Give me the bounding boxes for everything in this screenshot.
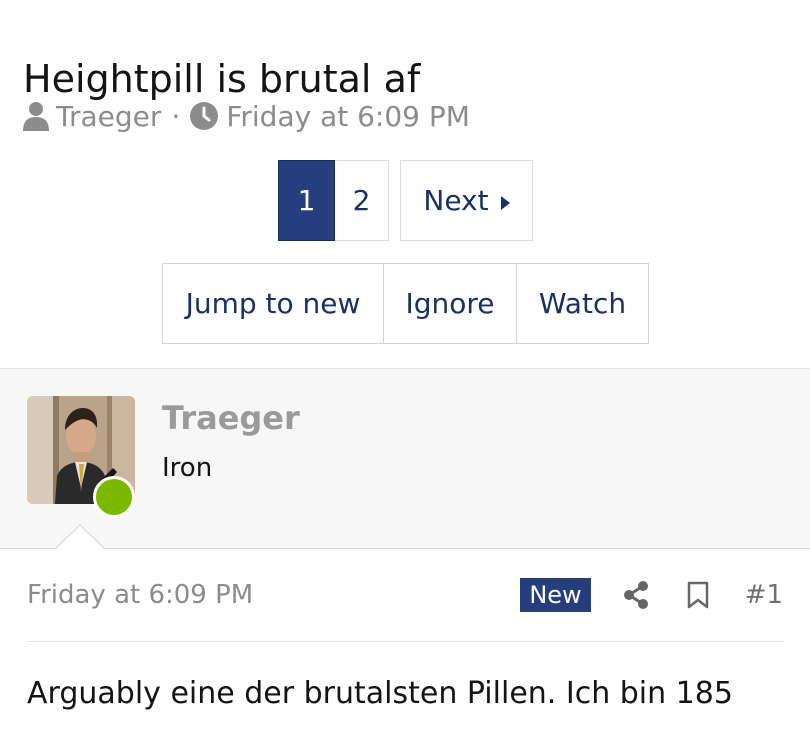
share-icon[interactable] bbox=[623, 581, 649, 609]
caret-right-icon bbox=[500, 184, 510, 217]
post-tools: New #1 bbox=[520, 578, 783, 612]
watch-button[interactable]: Watch bbox=[517, 263, 649, 344]
clock-icon bbox=[190, 102, 219, 130]
user-icon bbox=[23, 101, 49, 131]
post-body: Arguably eine der brutalsten Pillen. Ich… bbox=[27, 676, 733, 711]
thread-actions: Jump to new Ignore Watch bbox=[162, 263, 649, 344]
user-title: Iron bbox=[162, 453, 213, 483]
post-number-link[interactable]: #1 bbox=[745, 580, 783, 610]
next-page-button[interactable]: Next bbox=[400, 160, 533, 241]
meta-separator: · bbox=[171, 99, 181, 133]
message-arrow bbox=[55, 524, 105, 550]
page-2-button[interactable]: 2 bbox=[335, 160, 389, 241]
next-page-label: Next bbox=[423, 184, 489, 217]
jump-to-new-button[interactable]: Jump to new bbox=[162, 263, 384, 344]
thread-title: Heightpill is brutal af bbox=[23, 57, 421, 102]
bookmark-icon[interactable] bbox=[687, 581, 709, 609]
thread-author-link[interactable]: Traeger bbox=[56, 100, 161, 133]
post-date-link[interactable]: Friday at 6:09 PM bbox=[27, 580, 253, 610]
thread-date-link[interactable]: Friday at 6:09 PM bbox=[226, 100, 470, 133]
post-header: Friday at 6:09 PM New #1 bbox=[27, 570, 783, 620]
online-status-indicator bbox=[93, 476, 135, 518]
new-badge: New bbox=[520, 578, 591, 612]
pagination: 1 2 Next bbox=[278, 160, 533, 241]
ignore-button[interactable]: Ignore bbox=[384, 263, 517, 344]
page-1-button[interactable]: 1 bbox=[278, 160, 335, 241]
post-header-divider bbox=[27, 641, 783, 642]
post-user-block: Traeger Iron bbox=[0, 368, 810, 549]
thread-meta: Traeger · Friday at 6:09 PM bbox=[23, 96, 470, 136]
post-username[interactable]: Traeger bbox=[162, 399, 300, 437]
